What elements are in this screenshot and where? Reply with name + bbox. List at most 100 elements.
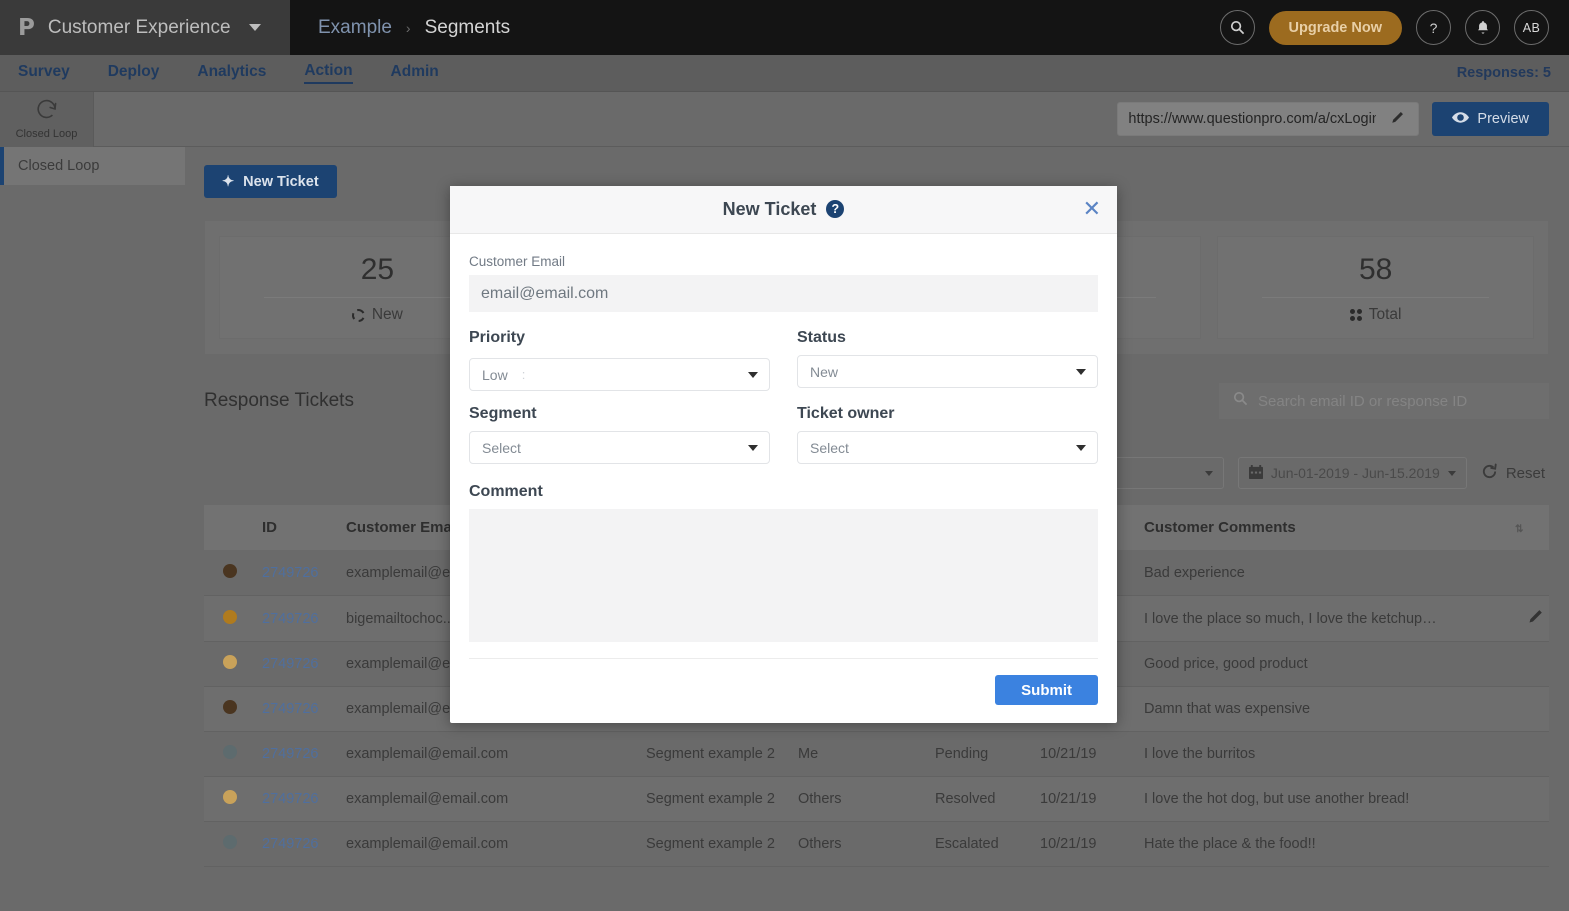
question-mark-icon[interactable]: ? xyxy=(826,200,845,218)
stat-label-wrap: Total xyxy=(1349,306,1402,324)
ticket-owner-select[interactable]: Select xyxy=(797,431,1098,464)
nav-item-deploy[interactable]: Deploy xyxy=(108,63,160,83)
upgrade-now-button[interactable]: Upgrade Now xyxy=(1268,10,1402,45)
status-field: Status New xyxy=(797,329,1098,388)
breadcrumb-current: Segments xyxy=(424,16,511,38)
tool-closed-loop[interactable]: Closed Loop xyxy=(0,91,94,147)
reset-button-label: Reset xyxy=(1505,464,1545,482)
cell-email: examplemail@email.com xyxy=(340,776,640,822)
app-root: P Customer Experience Example › Segments… xyxy=(0,0,1569,911)
row-edit-cell xyxy=(1503,550,1549,596)
priority-ghost-text: : xyxy=(521,367,526,382)
nav-item-admin[interactable]: Admin xyxy=(391,63,439,83)
ticket-id-link[interactable]: 2749726 xyxy=(262,791,318,807)
cell-status: Resolved xyxy=(929,776,1034,822)
segment-select[interactable]: Select xyxy=(469,431,770,464)
close-icon[interactable]: ✕ xyxy=(1083,198,1101,220)
help-icon[interactable]: ? xyxy=(1416,10,1451,45)
table-row[interactable]: 2749726 examplemail@email.comSegment exam… xyxy=(204,776,1549,822)
plus-icon: ✦ xyxy=(222,173,235,190)
ticket-id-link[interactable]: 2749726 xyxy=(262,565,318,581)
breadcrumb-parent-link[interactable]: Example xyxy=(318,17,392,39)
cell-comment: Bad experience xyxy=(1138,550,1503,596)
ticket-id-link[interactable]: 2749726 xyxy=(262,836,318,852)
priority-dot-cell xyxy=(204,686,256,732)
priority-dot-cell xyxy=(204,731,256,777)
preview-button[interactable]: Preview xyxy=(1432,102,1549,136)
row-edit-cell xyxy=(1503,776,1549,822)
four-dots-icon xyxy=(1349,309,1362,321)
nav-item-action[interactable]: Action xyxy=(304,62,353,84)
nav-item-analytics[interactable]: Analytics xyxy=(197,63,266,83)
page-title: Response Tickets xyxy=(204,390,354,411)
modal-header: New Ticket? ✕ xyxy=(450,186,1117,234)
cell-owner: Others xyxy=(792,821,929,867)
ticket-id-link[interactable]: 2749726 xyxy=(262,746,318,762)
cell-id: 2749726 xyxy=(256,776,340,822)
priority-dot-cell xyxy=(204,595,256,642)
cell-comment: I love the hot dog, but use another brea… xyxy=(1138,776,1503,822)
bell-icon[interactable] xyxy=(1465,10,1500,45)
ticket-id-link[interactable]: 2749726 xyxy=(262,611,318,627)
cell-comment: Good price, good product xyxy=(1138,641,1503,687)
col-comments[interactable]: Customer Comments xyxy=(1138,505,1503,551)
date-range-picker[interactable]: Jun-01-2019 - Jun-15.2019 xyxy=(1237,457,1467,489)
comment-textarea[interactable] xyxy=(469,509,1098,642)
questionpro-logo-icon: P xyxy=(18,14,35,41)
cell-email: examplemail@email.com xyxy=(340,731,640,777)
ticket-id-link[interactable]: 2749726 xyxy=(262,701,318,717)
table-row[interactable]: 2749726 examplemail@email.comSegment exam… xyxy=(204,731,1549,777)
search-icon[interactable] xyxy=(1219,10,1255,45)
responses-count: Responses: 5 xyxy=(1456,65,1551,81)
brand-selector[interactable]: P Customer Experience xyxy=(0,0,290,55)
edit-row-pencil-icon[interactable] xyxy=(1503,595,1549,642)
eye-icon xyxy=(1452,111,1470,127)
customer-email-input[interactable] xyxy=(469,275,1098,312)
cell-email: examplemail@email.com xyxy=(340,821,640,867)
cell-status: Pending xyxy=(929,731,1034,777)
table-row[interactable]: 2749726 examplemail@email.comSegment exam… xyxy=(204,821,1549,867)
status-select[interactable]: New xyxy=(797,355,1098,388)
tool-strip: Closed Loop https://www.questionpro.com/… xyxy=(0,91,1569,147)
sort-icon: ⇅ xyxy=(1515,524,1524,535)
chevron-down-icon xyxy=(1076,368,1086,375)
new-ticket-button[interactable]: ✦ New Ticket xyxy=(204,165,337,198)
sidebar: Closed Loop xyxy=(0,147,185,911)
reset-button[interactable]: Reset xyxy=(1481,457,1545,489)
cell-owner: Me xyxy=(792,731,929,777)
chevron-down-icon xyxy=(1076,444,1086,451)
cell-created: 10/21/19 xyxy=(1034,821,1138,867)
row-edit-cell xyxy=(1503,731,1549,777)
priority-label: Priority xyxy=(469,329,526,346)
cell-owner: Others xyxy=(792,776,929,822)
segment-value: Select xyxy=(482,439,521,456)
sidebar-item-closed-loop[interactable]: Closed Loop xyxy=(0,147,185,185)
col-priority[interactable] xyxy=(204,505,256,551)
priority-dot xyxy=(223,655,237,669)
priority-dot xyxy=(223,564,237,578)
tool-closed-loop-label: Closed Loop xyxy=(15,128,78,140)
search-icon xyxy=(1233,391,1248,411)
col-id[interactable]: ID xyxy=(256,505,340,551)
col-comments-label: Customer Comments xyxy=(1144,519,1296,536)
row-edit-cell xyxy=(1503,821,1549,867)
priority-dot xyxy=(223,700,237,714)
pencil-icon[interactable] xyxy=(1376,111,1418,127)
modal-body: Customer Email Priority Low : Status New xyxy=(450,234,1117,658)
cell-id: 2749726 xyxy=(256,686,340,732)
status-label: Status xyxy=(797,329,846,346)
ticket-owner-field: Ticket owner Select xyxy=(797,405,1098,464)
priority-select[interactable]: Low : xyxy=(469,358,770,391)
segment-field: Segment Select xyxy=(469,405,770,464)
search-input[interactable]: Search email ID or response ID xyxy=(1219,383,1549,419)
submit-button[interactable]: Submit xyxy=(995,675,1098,705)
priority-dot xyxy=(223,745,237,759)
cell-status: Escalated xyxy=(929,821,1034,867)
ticket-id-link[interactable]: 2749726 xyxy=(262,656,318,672)
divider xyxy=(1262,297,1489,298)
avatar[interactable]: AB xyxy=(1514,10,1549,45)
priority-dot xyxy=(223,835,237,849)
survey-url-field[interactable]: https://www.questionpro.com/a/cxLogin xyxy=(1117,102,1420,136)
ticket-owner-value: Select xyxy=(810,439,849,456)
nav-item-survey[interactable]: Survey xyxy=(18,63,70,83)
